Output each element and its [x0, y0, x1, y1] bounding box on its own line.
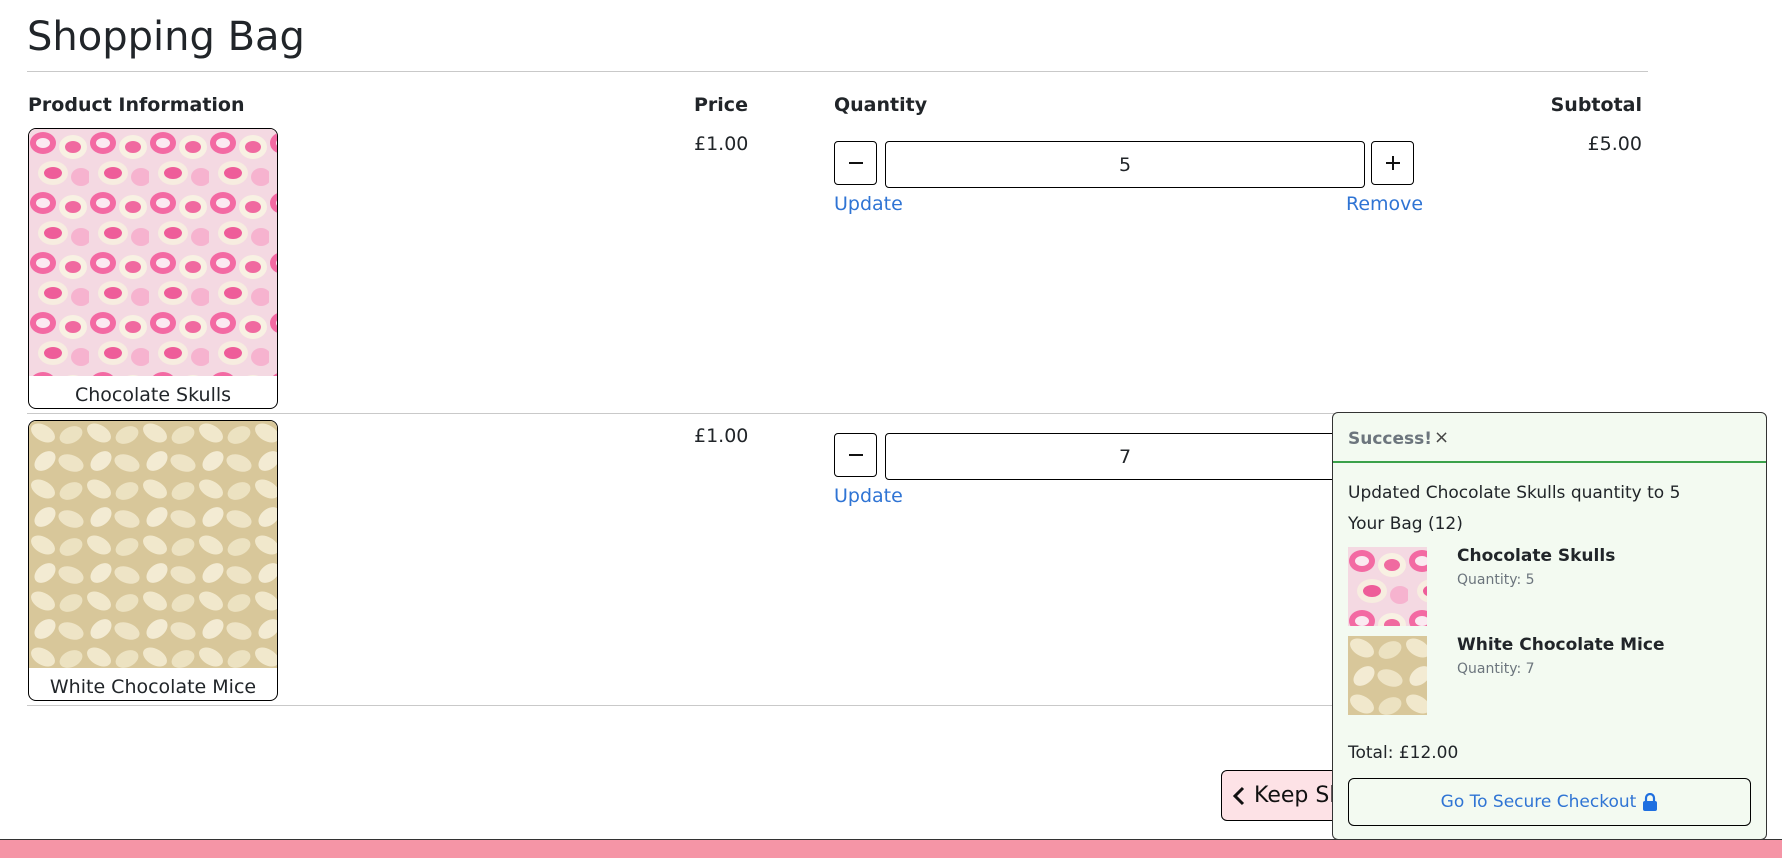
lock-icon	[1643, 793, 1658, 811]
checkout-label: Go To Secure Checkout	[1440, 792, 1637, 812]
product-image	[29, 129, 277, 376]
mini-product-name: White Chocolate Mice	[1457, 635, 1665, 655]
footer-bar	[0, 839, 1782, 858]
product-card: White Chocolate Mice	[28, 420, 278, 701]
page-title: Shopping Bag	[27, 14, 305, 60]
quantity-input[interactable]	[885, 433, 1365, 480]
quantity-input[interactable]	[885, 141, 1365, 188]
update-link[interactable]: Update	[834, 485, 903, 507]
title-divider	[27, 71, 1648, 72]
success-toast: Success! × Updated Chocolate Skulls quan…	[1332, 412, 1767, 840]
mini-product-image	[1348, 547, 1427, 626]
minus-icon	[848, 162, 863, 164]
mini-product-image	[1348, 636, 1427, 715]
item-subtotal: £5.00	[1587, 133, 1642, 155]
remove-link[interactable]: Remove	[1346, 193, 1423, 215]
bag-total: Total: £12.00	[1348, 743, 1459, 763]
bag-count: Your Bag (12)	[1348, 514, 1463, 534]
mini-product-quantity: Quantity: 7	[1457, 661, 1535, 677]
toast-message: Updated Chocolate Skulls quantity to 5	[1348, 483, 1681, 503]
product-name: Chocolate Skulls	[74, 384, 232, 406]
item-price: £1.00	[694, 133, 749, 155]
plus-icon	[1385, 156, 1400, 170]
item-price: £1.00	[694, 425, 749, 447]
mini-product-quantity: Quantity: 5	[1457, 572, 1535, 588]
close-icon[interactable]: ×	[1434, 427, 1449, 448]
update-link[interactable]: Update	[834, 193, 903, 215]
header-product-information: Product Information	[28, 94, 245, 116]
decrement-quantity-button[interactable]	[834, 141, 877, 185]
product-image	[29, 421, 277, 668]
mini-product-name: Chocolate Skulls	[1457, 546, 1616, 566]
header-quantity: Quantity	[834, 94, 928, 116]
increment-quantity-button[interactable]	[1371, 141, 1414, 185]
minus-icon	[848, 454, 863, 456]
decrement-quantity-button[interactable]	[834, 433, 877, 477]
product-card: Chocolate Skulls	[28, 128, 278, 409]
toast-title: Success!	[1348, 429, 1433, 449]
header-subtotal: Subtotal	[1550, 94, 1642, 116]
chevron-left-icon	[1232, 786, 1245, 805]
product-name: White Chocolate Mice	[49, 676, 257, 698]
secure-checkout-button[interactable]: Go To Secure Checkout	[1348, 778, 1751, 826]
toast-header: Success! ×	[1333, 413, 1766, 463]
keep-shopping-label: Keep Sh	[1254, 783, 1344, 808]
header-price: Price	[694, 94, 748, 116]
